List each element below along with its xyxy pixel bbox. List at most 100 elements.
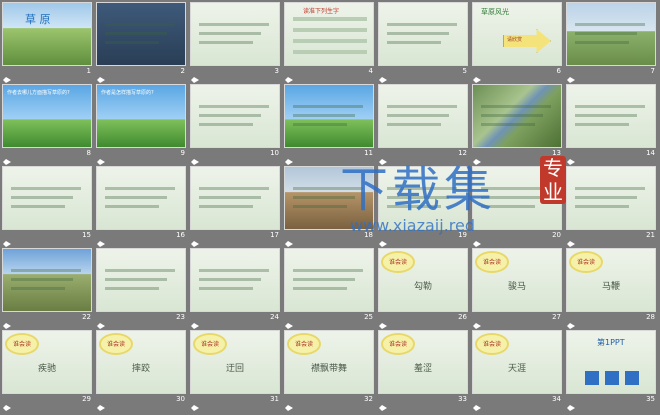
slide-number: 28 (646, 313, 655, 321)
slide-number: 3 (274, 67, 279, 75)
slide-thumbnail[interactable]: 草 原 1 (0, 0, 94, 83)
badge-cloud: 谁会读 (289, 335, 319, 353)
slide-thumbnail[interactable]: 读准下列生字 4 (282, 0, 376, 83)
slide-number: 5 (462, 67, 467, 75)
slide-thumbnail[interactable]: 3 (188, 0, 282, 83)
animation-icon (567, 396, 575, 411)
slide-thumbnail[interactable]: 谁会读 摔跤 30 (94, 328, 188, 411)
slide-preview (2, 166, 92, 230)
slide-thumbnail[interactable]: 作者去哪儿方面描写草原的? 8 (0, 82, 94, 165)
slide-thumbnail[interactable]: 谁会读 骏马 27 (470, 246, 564, 329)
slide-text-line (575, 23, 645, 26)
animation-icon (191, 396, 199, 411)
slide-thumbnail[interactable]: 作者是怎样描写草原的? 9 (94, 82, 188, 165)
slide-text-line (481, 123, 535, 126)
animation-icon (379, 396, 387, 411)
brand-logo: 第1PPT (597, 338, 625, 347)
slide-thumbnail[interactable]: 谁会读 襟飘带舞 32 (282, 328, 376, 411)
watermark-url: www.xiazaij.red (350, 216, 475, 235)
slide-text-line (293, 278, 355, 281)
watermark: 下载集 专业 www.xiazaij.red (340, 150, 600, 250)
slide-preview: 第1PPT (566, 330, 656, 394)
slide-title: 草原风光 (481, 8, 509, 16)
slide-number: 22 (82, 313, 91, 321)
slide-title: 作者去哪儿方面描写草原的? (7, 90, 70, 96)
slide-word: 马鞭 (601, 282, 620, 292)
slide-thumbnail[interactable]: 25 (282, 246, 376, 329)
slide-number: 7 (650, 67, 655, 75)
slide-number: 14 (646, 149, 655, 157)
slide-thumbnail[interactable]: 2 (94, 0, 188, 83)
animation-icon (379, 68, 387, 83)
slide-text-line (575, 105, 645, 108)
slide-text-line (387, 32, 449, 35)
slide-thumbnail[interactable]: 谁会读疾驰 29 (0, 328, 94, 411)
animation-icon (473, 396, 481, 411)
slide-text-line (105, 269, 175, 272)
slide-thumbnail[interactable]: 5 (376, 0, 470, 83)
slide-preview (190, 248, 280, 312)
slide-thumbnail[interactable]: 草原风光 请欣赏 6 (470, 0, 564, 83)
slide-text-line (199, 269, 269, 272)
slide-text-line (199, 123, 253, 126)
slide-preview (2, 248, 92, 312)
badge-cloud: 谁会读 (383, 335, 413, 353)
badge-label: 谁会读 (388, 259, 407, 266)
slide-text-line (293, 50, 367, 54)
slide-number: 29 (82, 395, 91, 403)
slide-word: 疾驰 (37, 364, 56, 374)
slide-number: 35 (646, 395, 655, 403)
slide-text-line (105, 41, 159, 44)
slide-text-line (199, 205, 253, 208)
slide-text-line (105, 196, 167, 199)
slide-number: 2 (180, 67, 185, 75)
slide-thumbnail[interactable]: 22 (0, 246, 94, 329)
slide-word: 襟飘带舞 (310, 364, 347, 374)
slide-number: 33 (458, 395, 467, 403)
slide-title: 读准下列生字 (303, 8, 340, 15)
slide-text-line (11, 196, 73, 199)
slide-number: 26 (458, 313, 467, 321)
animation-icon (97, 232, 105, 247)
slide-thumbnail[interactable]: 24 (188, 246, 282, 329)
animation-icon (191, 150, 199, 165)
slide-text-line (387, 23, 457, 26)
slide-preview: 草原风光 请欣赏 (472, 2, 562, 66)
slide-preview (96, 166, 186, 230)
slide-text-line (11, 269, 81, 272)
slide-preview (284, 248, 374, 312)
animation-icon (3, 232, 11, 247)
slide-text-line (199, 278, 261, 281)
slide-thumbnail[interactable]: 第1PPT 35 (564, 328, 658, 411)
animation-icon (379, 314, 387, 329)
slide-thumbnail[interactable]: 15 (0, 164, 94, 247)
slide-number: 31 (270, 395, 279, 403)
animation-icon (285, 396, 293, 411)
slide-preview: 谁会读 勾勒 (378, 248, 468, 312)
slide-text-line (11, 205, 65, 208)
slide-thumbnail[interactable]: 谁会读 天涯 34 (470, 328, 564, 411)
slide-thumbnail[interactable]: 17 (188, 164, 282, 247)
slide-thumbnail[interactable]: 谁会读 迂回 31 (188, 328, 282, 411)
slide-preview: 作者去哪儿方面描写草原的? (2, 84, 92, 148)
slide-title: 作者是怎样描写草原的? (101, 90, 154, 96)
slide-text-line (575, 32, 637, 35)
badge-cloud: 谁会读 (571, 253, 601, 271)
slide-thumbnail[interactable]: 谁会读马鞭 28 (564, 246, 658, 329)
slide-word: 摔跤 (131, 364, 150, 374)
slide-thumbnail[interactable]: 谁会读 羞涩 33 (376, 328, 470, 411)
slide-thumbnail[interactable]: 谁会读 勾勒 26 (376, 246, 470, 329)
badge-cloud: 谁会读 (383, 253, 413, 271)
slide-preview (190, 166, 280, 230)
slide-thumbnail[interactable]: 10 (188, 82, 282, 165)
slide-thumbnail[interactable]: 23 (94, 246, 188, 329)
badge-label: 谁会读 (12, 341, 31, 348)
slide-thumbnail[interactable]: 7 (564, 0, 658, 83)
slide-number: 4 (368, 67, 373, 75)
slide-number: 17 (270, 231, 279, 239)
badge-label: 谁会读 (294, 341, 313, 348)
slide-text-line (11, 187, 81, 190)
slide-number: 23 (176, 313, 185, 321)
slide-thumbnail[interactable]: 16 (94, 164, 188, 247)
slide-text-line (105, 205, 159, 208)
